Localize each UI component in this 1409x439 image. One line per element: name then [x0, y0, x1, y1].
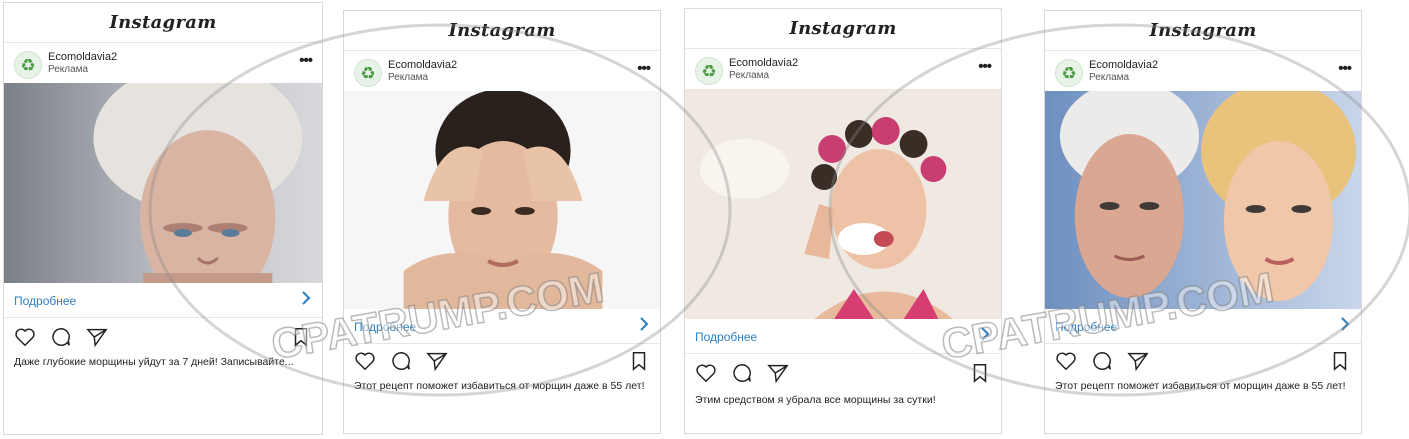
recycle-icon[interactable]: ♻: [695, 57, 723, 85]
recycle-icon[interactable]: ♻: [1055, 59, 1083, 87]
instagram-logo: Instagram: [448, 20, 556, 41]
post-caption: Этим средством я убрала все морщины за с…: [695, 394, 936, 406]
account-name[interactable]: Ecomoldavia2: [48, 51, 117, 63]
instagram-logo: Instagram: [789, 18, 897, 39]
post-header: ♻ Ecomoldavia2 Реклама •••: [344, 51, 660, 91]
recycle-icon[interactable]: ♻: [14, 51, 42, 79]
learn-more-button[interactable]: Подробнее: [1045, 309, 1361, 344]
bookmark-icon[interactable]: [969, 362, 991, 384]
instagram-logo: Instagram: [109, 12, 217, 33]
heart-icon[interactable]: [695, 362, 717, 384]
post-image: [4, 83, 322, 283]
bookmark-icon[interactable]: [628, 350, 650, 372]
send-icon[interactable]: [767, 362, 789, 384]
app-header: Instagram: [4, 3, 322, 43]
app-header: Instagram: [344, 11, 660, 51]
learn-more-button[interactable]: Подробнее: [4, 283, 322, 318]
more-options-icon[interactable]: •••: [299, 52, 313, 69]
post-caption: Этот рецепт поможет избавиться от морщин…: [354, 380, 645, 392]
comment-icon[interactable]: [731, 362, 753, 384]
app-header: Instagram: [1045, 11, 1361, 51]
chevron-right-icon: [1341, 317, 1350, 331]
send-icon[interactable]: [1127, 350, 1149, 372]
comment-icon[interactable]: [50, 326, 72, 348]
sponsored-label: Реклама: [1089, 72, 1130, 83]
learn-more-label: Подробнее: [695, 330, 758, 344]
instagram-logo: Instagram: [1149, 20, 1257, 41]
recycle-icon[interactable]: ♻: [354, 59, 382, 87]
app-header: Instagram: [685, 9, 1001, 49]
sponsored-label: Реклама: [48, 64, 89, 75]
sponsored-label: Реклама: [388, 72, 429, 83]
action-bar: [1045, 347, 1361, 377]
comment-icon[interactable]: [1091, 350, 1113, 372]
account-name[interactable]: Ecomoldavia2: [729, 57, 798, 69]
post-header: ♻ Ecomoldavia2 Реклама •••: [685, 49, 1001, 89]
send-icon[interactable]: [426, 350, 448, 372]
heart-icon[interactable]: [1055, 350, 1077, 372]
action-bar: [685, 359, 1001, 389]
learn-more-label: Подробнее: [354, 320, 417, 334]
account-name[interactable]: Ecomoldavia2: [1089, 59, 1158, 71]
ad-card-1: Instagram ♻ Ecomoldavia2 Реклама ••• Под…: [3, 2, 323, 435]
bookmark-icon[interactable]: [1329, 350, 1351, 372]
sponsored-label: Реклама: [729, 70, 770, 81]
post-caption: Этот рецепт поможет избавиться от морщин…: [1055, 380, 1346, 392]
chevron-right-icon: [640, 317, 649, 331]
learn-more-label: Подробнее: [14, 294, 77, 308]
post-image: [1045, 91, 1361, 309]
ad-card-4: Instagram ♻ Ecomoldavia2 Реклама ••• Под…: [1044, 10, 1362, 434]
action-bar: [344, 347, 660, 377]
post-image: [344, 91, 660, 309]
more-options-icon[interactable]: •••: [1338, 60, 1352, 77]
ad-card-3: Instagram ♻ Ecomoldavia2 Реклама ••• Под…: [684, 8, 1002, 434]
chevron-right-icon: [302, 291, 311, 305]
send-icon[interactable]: [86, 326, 108, 348]
more-options-icon[interactable]: •••: [637, 60, 651, 77]
learn-more-button[interactable]: Подробнее: [344, 309, 660, 344]
post-image: [685, 89, 1001, 319]
learn-more-label: Подробнее: [1055, 320, 1118, 334]
bookmark-icon[interactable]: [290, 326, 312, 348]
heart-icon[interactable]: [354, 350, 376, 372]
post-header: ♻ Ecomoldavia2 Реклама •••: [4, 43, 322, 83]
post-header: ♻ Ecomoldavia2 Реклама •••: [1045, 51, 1361, 91]
chevron-right-icon: [981, 327, 990, 341]
account-name[interactable]: Ecomoldavia2: [388, 59, 457, 71]
more-options-icon[interactable]: •••: [978, 58, 992, 75]
post-caption: Даже глубокие морщины уйдут за 7 дней! З…: [14, 356, 294, 368]
heart-icon[interactable]: [14, 326, 36, 348]
comment-icon[interactable]: [390, 350, 412, 372]
action-bar: [4, 323, 322, 353]
ad-card-2: Instagram ♻ Ecomoldavia2 Реклама ••• Под…: [343, 10, 661, 434]
learn-more-button[interactable]: Подробнее: [685, 319, 1001, 354]
